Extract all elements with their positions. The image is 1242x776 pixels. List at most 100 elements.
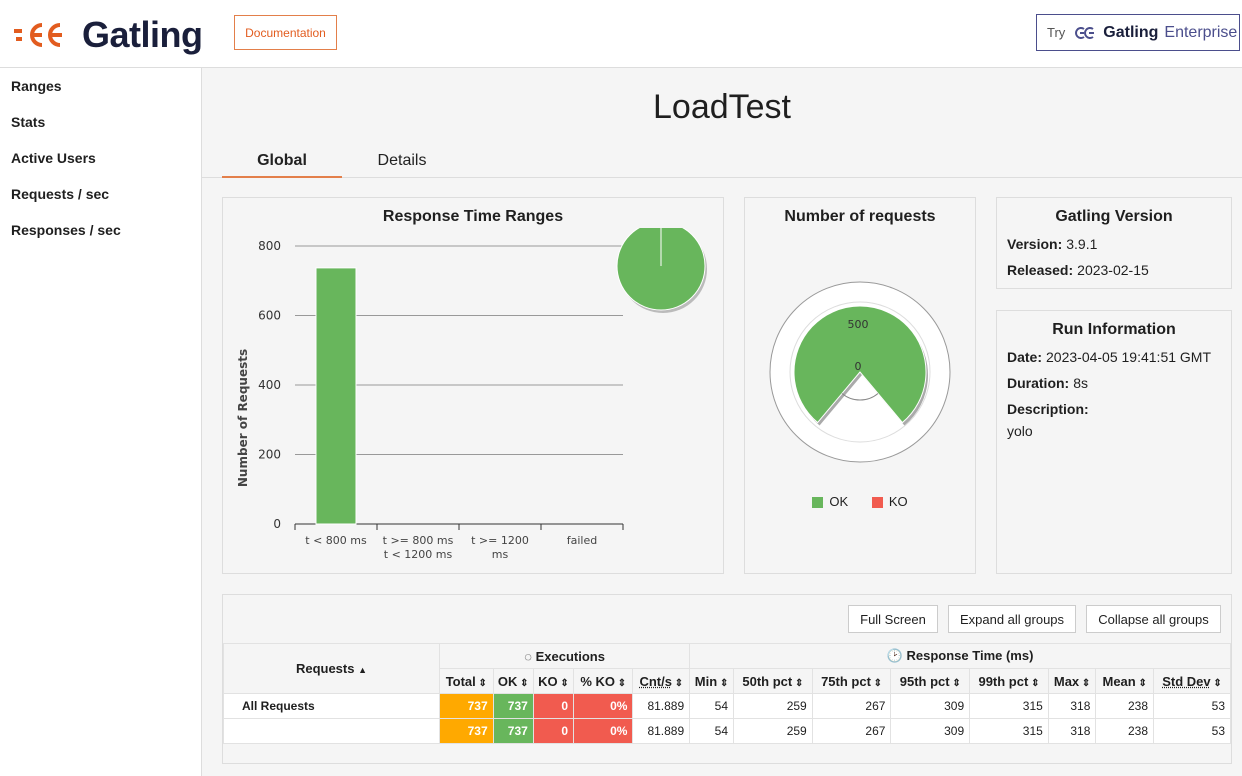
version-value: 3.9.1	[1066, 236, 1098, 252]
column-header-label: 95th pct	[899, 673, 950, 689]
column-header-label: Std Dev	[1162, 673, 1211, 689]
cell-ko: 0	[532, 718, 575, 744]
table-row[interactable]: All Requests 737 737 0 0% 81.889 54 259 267 309 31…	[223, 693, 1231, 719]
cell-total: 737	[439, 693, 494, 719]
sort-icon: ⇕	[475, 677, 487, 689]
sidebar: Ranges Stats Active Users Requests / sec…	[0, 68, 202, 776]
response-time-group-header: 🕑 Response Time (ms)	[689, 643, 1231, 669]
column-header-std-dev[interactable]: Std Dev ⇕	[1153, 668, 1231, 694]
sort-asc-icon: ▲	[358, 665, 368, 675]
try-enterprise-button[interactable]: Try Gatling Enterprise	[1036, 14, 1240, 51]
column-header-50th-pct[interactable]: 50th pct ⇕	[733, 668, 813, 694]
stats-table-panel: Full Screen Expand all groups Collapse a…	[222, 594, 1232, 764]
sort-icon: ⇕	[614, 677, 627, 689]
date-row: Date: 2023-04-05 19:41:51 GMT	[1007, 349, 1231, 365]
gatling-logo[interactable]: Gatling	[12, 14, 203, 56]
legend-ok[interactable]: OK	[812, 494, 848, 509]
column-header-label: KO	[538, 673, 558, 689]
ranges-x-tick-label: t < 1200 ms	[384, 548, 453, 561]
tab-details[interactable]: Details	[342, 152, 462, 178]
sort-icon: ⇕	[517, 677, 529, 689]
column-header-ok[interactable]: OK ⇕	[492, 668, 534, 694]
cell-mean: 238	[1095, 718, 1154, 744]
requests-header-label: Requests	[295, 661, 355, 676]
table-row[interactable]: 737 737 0 0% 81.889 54 259 267 309 315 318 238 53	[223, 718, 1231, 744]
full-screen-button[interactable]: Full Screen	[848, 605, 938, 633]
cell-ok: 737	[492, 693, 534, 719]
column-header-label: Cnt/s	[639, 673, 672, 689]
expand-all-groups-button[interactable]: Expand all groups	[948, 605, 1076, 633]
column-header-label: Total	[445, 673, 476, 689]
tab-global[interactable]: Global	[222, 152, 342, 178]
column-header-mean[interactable]: Mean ⇕	[1095, 668, 1154, 694]
executions-icon: ◌	[524, 648, 532, 664]
request-name-cell: All Requests	[223, 693, 440, 719]
sort-icon: ⇕	[717, 677, 729, 689]
column-header-max[interactable]: Max ⇕	[1047, 668, 1097, 694]
cell-cnt-s: 81.889	[632, 693, 691, 719]
cell-95th-pct: 309	[890, 718, 971, 744]
sidebar-item-responses-sec[interactable]: Responses / sec	[0, 222, 201, 258]
column-header-label: % KO	[580, 673, 615, 689]
cell--ko: 0%	[573, 693, 634, 719]
sidebar-item-active-users[interactable]: Active Users	[0, 150, 201, 186]
column-header-75th-pct[interactable]: 75th pct ⇕	[811, 668, 892, 694]
column-header-total[interactable]: Total ⇕	[439, 668, 494, 694]
ranges-x-tick-label: t >= 800 ms	[383, 534, 454, 547]
ranges-x-tick-label: ms	[492, 548, 509, 561]
gatling-enterprise-logo-icon	[1075, 26, 1095, 39]
cell--ko: 0%	[573, 718, 634, 744]
column-header-cnt-s[interactable]: Cnt/s ⇕	[632, 668, 691, 694]
legend-ok-swatch	[812, 497, 824, 509]
column-header-99th-pct[interactable]: 99th pct ⇕	[969, 668, 1049, 694]
top-header: Gatling Documentation Try Gatling Enterp…	[0, 0, 1242, 68]
requests-chart-title: Number of requests	[784, 208, 936, 225]
cell-mean: 238	[1095, 693, 1154, 719]
cell-75th-pct: 267	[811, 718, 892, 744]
cell-75th-pct: 267	[811, 693, 892, 719]
column-header-95th-pct[interactable]: 95th pct ⇕	[890, 668, 971, 694]
column-header-label: 99th pct	[978, 673, 1029, 689]
column-header-min[interactable]: Min ⇕	[689, 668, 735, 694]
collapse-all-groups-button[interactable]: Collapse all groups	[1086, 605, 1221, 633]
main-content: LoadTest Global Details Response Time Ra…	[202, 68, 1242, 776]
sort-icon: ⇕	[1079, 677, 1091, 689]
column-header-label: Mean	[1102, 673, 1136, 689]
cell-cnt-s: 81.889	[632, 718, 691, 744]
column-header-label: 50th pct	[742, 673, 793, 689]
sort-icon: ⇕	[671, 677, 684, 689]
ranges-chart-title: Response Time Ranges	[382, 208, 564, 225]
ranges-chart: Number of Requests 0 200 400 600 800 t < 800 …	[236, 228, 707, 561]
sidebar-item-requests-sec[interactable]: Requests / sec	[0, 186, 201, 222]
cell-95th-pct: 309	[890, 693, 971, 719]
description-value: yolo	[1007, 423, 1033, 439]
gatling-version-title: Gatling Version	[1055, 208, 1173, 225]
cell-max: 318	[1047, 693, 1097, 719]
sort-icon: ⇕	[792, 677, 804, 689]
request-name-cell	[223, 718, 440, 744]
cell-50th-pct: 259	[733, 693, 813, 719]
requests-column-header[interactable]: Requests ▲	[223, 643, 440, 694]
column-header-ko[interactable]: KO ⇕	[532, 668, 575, 694]
ranges-x-tick-label: failed	[567, 534, 597, 547]
response-time-ranges-panel: Response Time Ranges Number of Requests …	[222, 197, 724, 574]
legend-ko[interactable]: KO	[871, 494, 908, 509]
stats-table-body: All Requests 737 737 0 0% 81.889 54 259 267 309 31…	[223, 693, 1231, 744]
date-value: 2023-04-05 19:41:51 GMT	[1046, 349, 1212, 365]
gauge-tick-label: 0	[855, 360, 862, 373]
ranges-y-tick-label: 600	[258, 309, 281, 323]
date-label: Date:	[1007, 349, 1043, 365]
page-title: LoadTest	[653, 88, 791, 126]
column-header--ko[interactable]: % KO ⇕	[573, 668, 634, 694]
released-value: 2023-02-15	[1077, 262, 1149, 278]
sidebar-item-ranges[interactable]: Ranges	[0, 78, 201, 114]
column-header-label: Max	[1053, 673, 1080, 689]
executions-group-header: ◌ Executions	[438, 643, 691, 669]
sort-icon: ⇕	[870, 677, 883, 689]
sidebar-item-stats[interactable]: Stats	[0, 114, 201, 150]
cell-50th-pct: 259	[733, 718, 813, 744]
run-information-panel: Run Information Date: 2023-04-05 19:41:51…	[996, 310, 1232, 574]
cell-std-dev: 53	[1153, 718, 1231, 744]
gatling-version-panel: Gatling Version Version: 3.9.1 Released: 2…	[996, 197, 1232, 289]
documentation-button[interactable]: Documentation	[234, 15, 337, 50]
